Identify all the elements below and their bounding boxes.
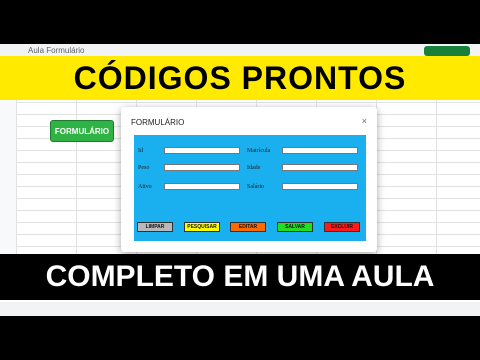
dialog-title: FORMULÁRIO xyxy=(131,118,185,127)
peso-input[interactable] xyxy=(164,164,240,171)
open-form-button[interactable]: FORMULÁRIO xyxy=(50,120,114,142)
top-banner-text: CÓDIGOS PRONTOS xyxy=(73,59,407,96)
label-salario: Salário xyxy=(247,184,264,190)
video-frame: Aula Formulário FORMULÁRIO CÓDIGOS PRONT… xyxy=(0,0,480,360)
top-banner: CÓDIGOS PRONTOS xyxy=(0,56,480,100)
label-matricula: Matrícula xyxy=(247,148,271,154)
label-idade: Idade xyxy=(247,165,261,171)
form-dialog: FORMULÁRIO × Id Peso Ativo Matrícula Ida… xyxy=(121,107,377,252)
excluir-button[interactable]: EXCLUIR xyxy=(324,222,360,232)
label-id: Id xyxy=(138,148,143,154)
idade-input[interactable] xyxy=(282,164,358,171)
form-panel: Id Peso Ativo Matrícula Idade Salário LI… xyxy=(134,135,366,241)
share-button[interactable] xyxy=(424,46,470,56)
bottom-banner: COMPLETO EM UMA AULA xyxy=(0,254,480,300)
sheet-tabs-bar xyxy=(0,302,480,316)
pesquisar-button[interactable]: PESQUISAR xyxy=(184,222,220,232)
salario-input[interactable] xyxy=(282,183,358,190)
limpar-button[interactable]: LIMPAR xyxy=(137,222,173,232)
id-input[interactable] xyxy=(164,147,240,154)
close-icon[interactable]: × xyxy=(362,116,367,126)
tab-title[interactable]: Aula Formulário xyxy=(28,46,84,55)
editar-button[interactable]: EDITAR xyxy=(230,222,266,232)
ativo-input[interactable] xyxy=(164,183,240,190)
bottom-banner-text: COMPLETO EM UMA AULA xyxy=(45,260,435,293)
salvar-button[interactable]: SALVAR xyxy=(277,222,313,232)
label-peso: Peso xyxy=(138,165,150,171)
label-ativo: Ativo xyxy=(138,184,152,190)
matricula-input[interactable] xyxy=(282,147,358,154)
